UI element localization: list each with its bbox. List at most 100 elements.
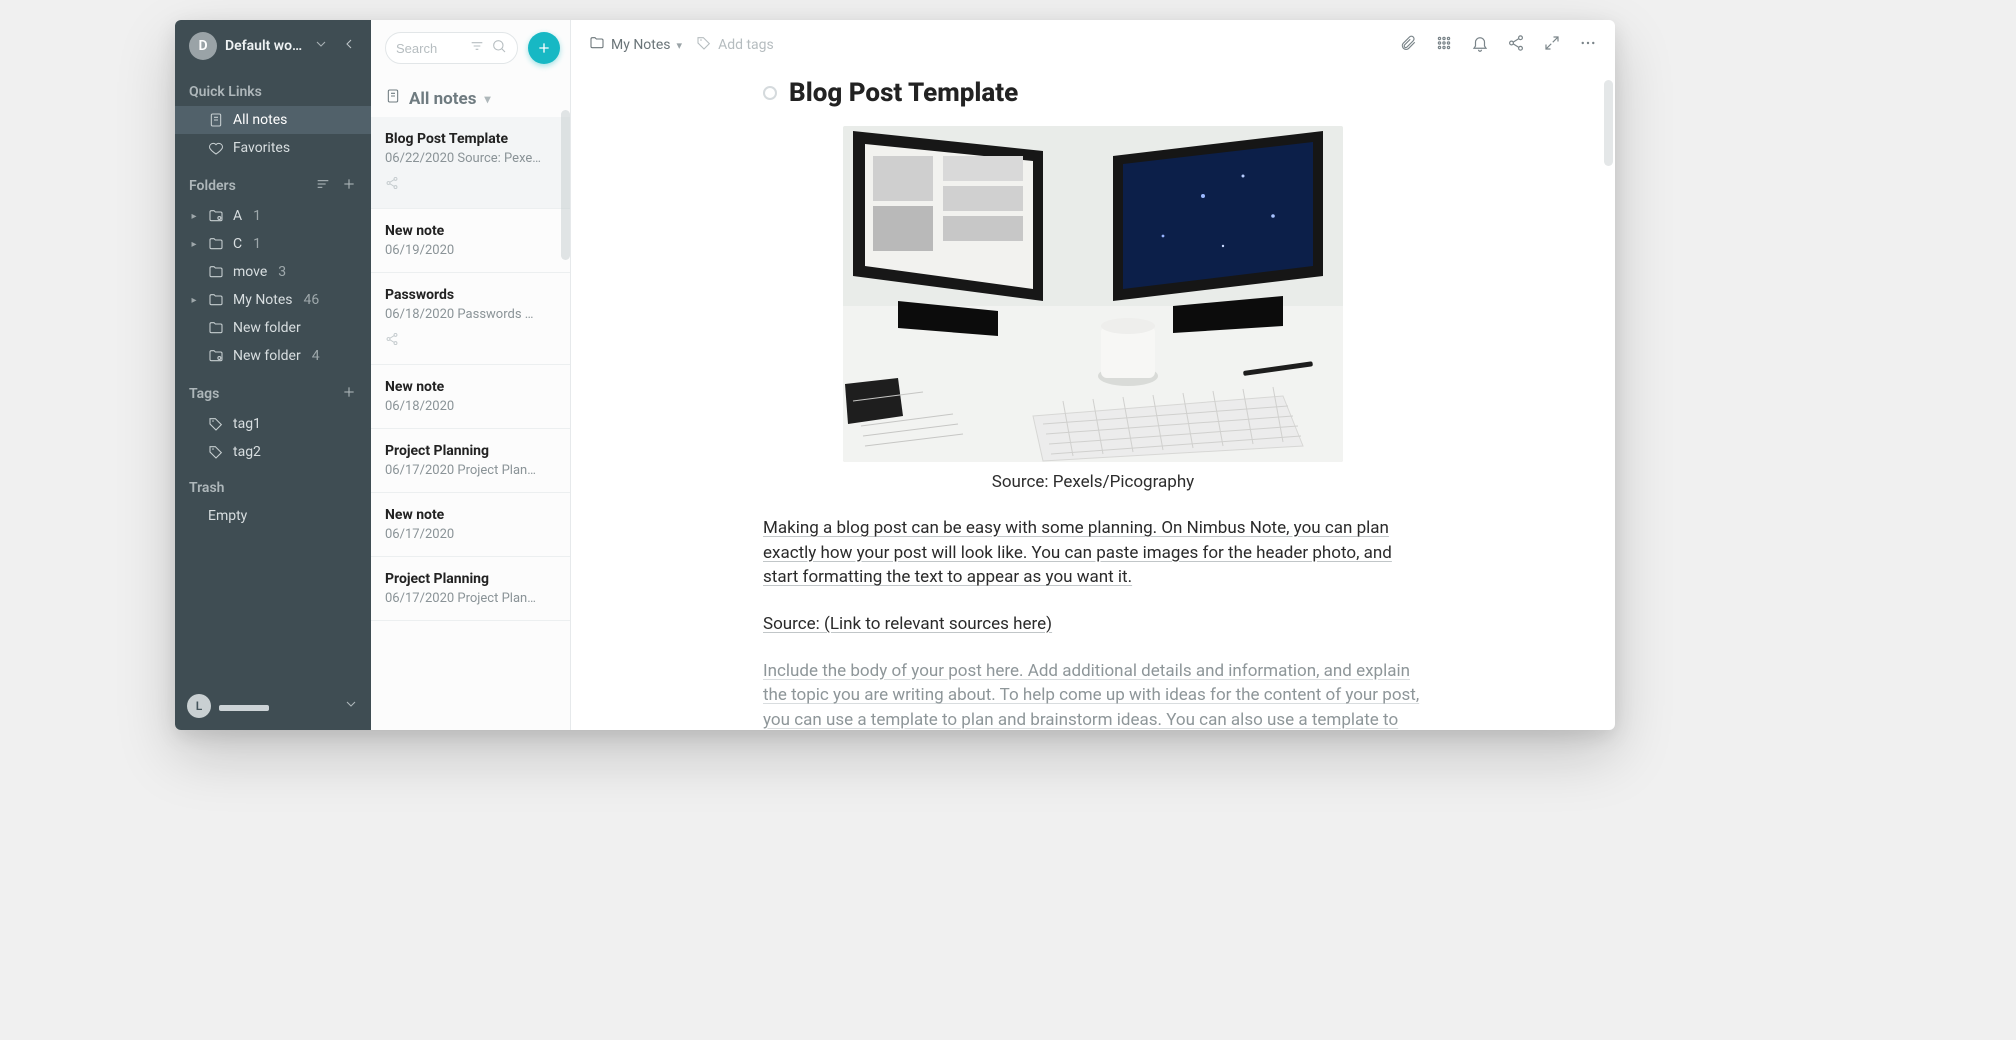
scrollbar-thumb[interactable] (1604, 80, 1613, 166)
tag-icon (696, 35, 712, 55)
notes-list-heading-label: All notes (409, 89, 476, 109)
fullscreen-icon[interactable] (1543, 34, 1561, 56)
folder-item[interactable]: ▸C1 (175, 230, 371, 258)
folder-item[interactable]: New folder4 (175, 342, 371, 370)
chevron-down-icon (343, 696, 359, 716)
task-circle-icon[interactable] (763, 86, 777, 100)
trash-empty-item[interactable]: Empty (175, 502, 371, 530)
quick-link-item[interactable]: All notes (175, 106, 371, 134)
folder-icon (208, 320, 224, 336)
body-paragraph[interactable]: Source: (Link to relevant sources here) (763, 612, 1423, 637)
grid-icon[interactable] (1435, 34, 1453, 56)
collapse-sidebar-button[interactable] (337, 32, 361, 60)
folder-item[interactable]: ▸A1 (175, 202, 371, 230)
tag-label: tag1 (233, 416, 261, 432)
note-list-item[interactable]: Blog Post Template 06/22/2020 Source: Pex… (371, 117, 570, 209)
quick-link-item[interactable]: Favorites (175, 134, 371, 162)
image-caption: Source: Pexels/Picography (763, 472, 1423, 492)
workspace-switcher[interactable]: D Default wor… (175, 20, 371, 70)
editor-toolbar: My Notes ▾ Add tags (571, 20, 1615, 66)
notes-list-heading[interactable]: All notes ▾ (371, 74, 570, 117)
folder-item[interactable]: move3 (175, 258, 371, 286)
bell-icon[interactable] (1471, 34, 1489, 56)
tag-item[interactable]: tag1 (175, 410, 371, 438)
search-icon[interactable] (491, 38, 507, 58)
editor-top-actions (1399, 34, 1597, 56)
chevron-down-icon: ▾ (677, 39, 683, 52)
new-note-button[interactable] (528, 32, 560, 64)
folder-shared-icon (208, 208, 224, 224)
note-list-item[interactable]: New note06/18/2020 (371, 365, 570, 429)
note-list-item[interactable]: New note06/17/2020 (371, 493, 570, 557)
tags-section: Tags tag1 tag2 (175, 370, 371, 466)
folder-count: 46 (304, 292, 320, 308)
filter-icon[interactable] (469, 38, 485, 58)
chevron-down-icon: ▾ (484, 92, 490, 106)
share-icon (385, 176, 556, 194)
note-item-title: Blog Post Template (385, 131, 556, 147)
folder-count: 4 (312, 348, 320, 364)
search-input[interactable] (396, 41, 463, 56)
editor-body[interactable]: Blog Post Template (571, 66, 1615, 730)
note-list-item[interactable]: New note 06/19/2020 (371, 209, 570, 273)
tag-label: tag2 (233, 444, 261, 460)
user-sub-placeholder (219, 705, 269, 711)
heart-icon (208, 140, 224, 156)
note-item-meta: 06/17/2020 Project Plan… (385, 463, 556, 478)
folder-icon (589, 35, 605, 55)
trash-empty-label: Empty (208, 508, 247, 524)
quick-link-label: Favorites (233, 140, 290, 156)
note-item-meta: 06/17/2020 (385, 527, 556, 542)
expand-arrow-icon[interactable]: ▸ (189, 295, 199, 306)
share-icon[interactable] (1507, 34, 1525, 56)
trash-heading: Trash (175, 472, 371, 502)
tags-label: Tags (189, 386, 219, 402)
add-tag-icon[interactable] (341, 384, 357, 404)
sort-folders-icon[interactable] (315, 176, 331, 196)
note-title[interactable]: Blog Post Template (789, 78, 1018, 108)
note-editor-column: My Notes ▾ Add tags (571, 20, 1615, 730)
breadcrumb[interactable]: My Notes ▾ (589, 35, 682, 55)
user-area[interactable]: L (175, 684, 371, 730)
sidebar: D Default wor… Quick Links All notes Favo… (175, 20, 371, 730)
body-paragraph[interactable]: Making a blog post can be easy with some… (763, 516, 1423, 590)
add-folder-icon[interactable] (341, 176, 357, 196)
notes-list-column: All notes ▾ Blog Post Template 06/22/2020… (371, 20, 571, 730)
scrollbar-thumb[interactable] (561, 110, 570, 260)
chevron-down-icon (313, 36, 329, 56)
folder-item[interactable]: ▸My Notes46 (175, 286, 371, 314)
search-field[interactable] (385, 32, 518, 64)
note-item-title: Project Planning (385, 443, 556, 459)
note-item-title: New note (385, 223, 556, 239)
more-icon[interactable] (1579, 34, 1597, 56)
tags-heading: Tags (175, 376, 371, 410)
breadcrumb-folder: My Notes (611, 37, 671, 53)
add-tags-button[interactable]: Add tags (696, 35, 774, 55)
folders-label: Folders (189, 178, 236, 194)
user-avatar: L (187, 694, 211, 718)
note-list-item[interactable]: Project Planning 06/17/2020 Project Plan… (371, 429, 570, 493)
workspace-name: Default wor… (225, 38, 305, 54)
folder-label: A (233, 208, 242, 224)
quick-links-label: Quick Links (189, 84, 262, 100)
body-paragraph[interactable]: Include the body of your post here. Add … (763, 659, 1423, 730)
attachment-icon[interactable] (1399, 34, 1417, 56)
expand-arrow-icon[interactable]: ▸ (189, 211, 199, 222)
trash-section: Trash Empty (175, 466, 371, 530)
hero-image[interactable] (843, 126, 1343, 462)
note-item-meta: 06/22/2020 Source: Pexe… (385, 151, 556, 166)
folder-shared-icon (208, 348, 224, 364)
quick-links-heading: Quick Links (175, 76, 371, 106)
tag-item[interactable]: tag2 (175, 438, 371, 466)
note-list-item[interactable]: Project Planning06/17/2020 Project Plan… (371, 557, 570, 621)
folders-section: Folders ▸A1▸C1move3▸My Notes46New folder… (175, 162, 371, 370)
folder-icon (208, 236, 224, 252)
note-list-item[interactable]: Passwords06/18/2020 Passwords … (371, 273, 570, 365)
note-item-title: Passwords (385, 287, 556, 303)
note-icon (385, 88, 401, 109)
note-item-meta: 06/19/2020 (385, 243, 556, 258)
folder-label: move (233, 264, 267, 280)
folder-count: 1 (253, 236, 261, 252)
expand-arrow-icon[interactable]: ▸ (189, 239, 199, 250)
folder-item[interactable]: New folder (175, 314, 371, 342)
